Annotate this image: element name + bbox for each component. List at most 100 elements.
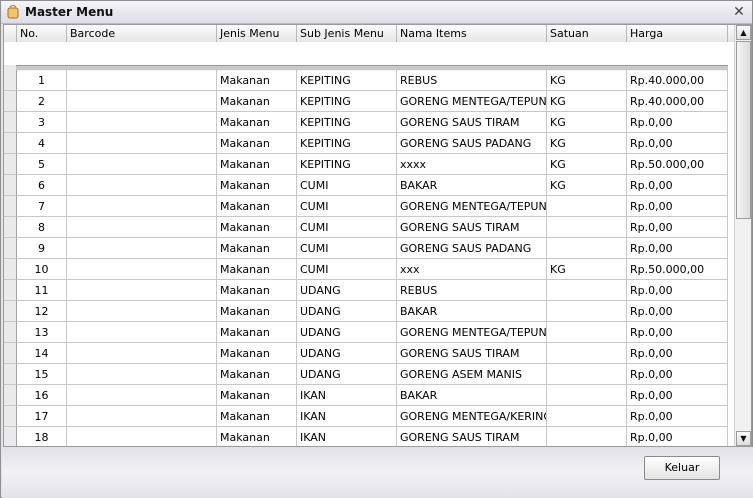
cell-barcode[interactable] [67, 280, 217, 301]
cell-barcode[interactable] [67, 238, 217, 259]
cell-nama-items[interactable]: GORENG SAUS TIRAM [397, 427, 547, 446]
cell-nama-items[interactable]: GORENG MENTEGA/KERING [397, 406, 547, 427]
row-indicator[interactable] [4, 280, 17, 301]
cell-jenis-menu[interactable]: Makanan [217, 196, 297, 217]
new-row[interactable] [4, 42, 734, 65]
cell-nama-items[interactable]: REBUS [397, 280, 547, 301]
table-row[interactable]: 7 Makanan CUMI GORENG MENTEGA/TEPUNG Rp.0,00 [4, 196, 734, 217]
cell-no[interactable]: 4 [17, 133, 67, 154]
cell-jenis-menu[interactable]: Makanan [217, 406, 297, 427]
cell-harga[interactable]: Rp.0,00 [627, 322, 728, 343]
cell-harga[interactable]: Rp.0,00 [627, 196, 728, 217]
cell-sub-jenis-menu[interactable]: IKAN [297, 406, 397, 427]
cell-no[interactable]: 16 [17, 385, 67, 406]
cell-jenis-menu[interactable]: Makanan [217, 112, 297, 133]
cell-nama-items[interactable]: GORENG MENTEGA/TEPUNG [397, 322, 547, 343]
cell-sub-jenis-menu[interactable]: CUMI [297, 196, 397, 217]
cell-jenis-menu[interactable]: Makanan [217, 133, 297, 154]
column-header-barcode[interactable]: Barcode [67, 25, 217, 42]
cell-nama-items[interactable]: REBUS [397, 70, 547, 91]
row-indicator[interactable] [4, 217, 17, 238]
scroll-thumb[interactable] [736, 41, 751, 219]
table-row[interactable]: 10 Makanan CUMI xxx KG Rp.50.000,00 [4, 259, 734, 280]
row-indicator[interactable] [4, 364, 17, 385]
cell-nama-items[interactable]: GORENG SAUS PADANG [397, 133, 547, 154]
row-indicator[interactable] [4, 133, 17, 154]
cell-no[interactable]: 3 [17, 112, 67, 133]
cell-barcode[interactable] [67, 427, 217, 446]
row-indicator[interactable] [4, 385, 17, 406]
cell-barcode[interactable] [67, 154, 217, 175]
cell-barcode[interactable] [67, 70, 217, 91]
cell-harga[interactable]: Rp.50.000,00 [627, 259, 728, 280]
cell-harga[interactable]: Rp.0,00 [627, 112, 728, 133]
cell-jenis-menu[interactable]: Makanan [217, 175, 297, 196]
table-row[interactable]: 13 Makanan UDANG GORENG MENTEGA/TEPUNG Rp.0,… [4, 322, 734, 343]
column-header-sub-jenis-menu[interactable]: Sub Jenis Menu [297, 25, 397, 42]
cell-no[interactable]: 6 [17, 175, 67, 196]
column-header-nama-items[interactable]: Nama Items [397, 25, 547, 42]
cell-jenis-menu[interactable]: Makanan [217, 70, 297, 91]
cell-sub-jenis-menu[interactable]: IKAN [297, 385, 397, 406]
column-header-jenis-menu[interactable]: Jenis Menu [217, 25, 297, 42]
cell-nama-items[interactable]: GORENG ASEM MANIS [397, 364, 547, 385]
cell-barcode[interactable] [67, 301, 217, 322]
cell-harga[interactable]: Rp.0,00 [627, 406, 728, 427]
table-row[interactable]: 5 Makanan KEPITING xxxx KG Rp.50.000,00 [4, 154, 734, 175]
cell-no[interactable]: 14 [17, 343, 67, 364]
cell-harga[interactable]: Rp.0,00 [627, 280, 728, 301]
cell-nama-items[interactable]: BAKAR [397, 385, 547, 406]
cell-sub-jenis-menu[interactable]: KEPITING [297, 154, 397, 175]
cell-barcode[interactable] [67, 385, 217, 406]
table-row[interactable]: 12 Makanan UDANG BAKAR Rp.0,00 [4, 301, 734, 322]
cell-nama-items[interactable]: GORENG SAUS TIRAM [397, 343, 547, 364]
cell-jenis-menu[interactable]: Makanan [217, 91, 297, 112]
cell-barcode[interactable] [67, 112, 217, 133]
cell-satuan[interactable]: KG [547, 259, 627, 280]
cell-no[interactable]: 11 [17, 280, 67, 301]
cell-jenis-menu[interactable]: Makanan [217, 301, 297, 322]
column-header-harga[interactable]: Harga [627, 25, 728, 42]
cell-harga[interactable]: Rp.40.000,00 [627, 70, 728, 91]
cell-satuan[interactable] [547, 238, 627, 259]
cell-sub-jenis-menu[interactable]: UDANG [297, 322, 397, 343]
cell-harga[interactable]: Rp.0,00 [627, 385, 728, 406]
cell-satuan[interactable]: KG [547, 112, 627, 133]
cell-satuan[interactable] [547, 196, 627, 217]
cell-satuan[interactable] [547, 364, 627, 385]
cell-barcode[interactable] [67, 406, 217, 427]
cell-sub-jenis-menu[interactable]: KEPITING [297, 112, 397, 133]
cell-barcode[interactable] [67, 364, 217, 385]
cell-barcode[interactable] [67, 175, 217, 196]
cell-harga[interactable]: Rp.0,00 [627, 133, 728, 154]
keluar-button[interactable]: Keluar [644, 456, 720, 480]
cell-jenis-menu[interactable]: Makanan [217, 217, 297, 238]
cell-harga[interactable]: Rp.0,00 [627, 238, 728, 259]
cell-no[interactable]: 13 [17, 322, 67, 343]
table-row[interactable]: 17 Makanan IKAN GORENG MENTEGA/KERING Rp.0,0… [4, 406, 734, 427]
cell-harga[interactable]: Rp.0,00 [627, 364, 728, 385]
cell-barcode[interactable] [67, 322, 217, 343]
cell-sub-jenis-menu[interactable]: UDANG [297, 343, 397, 364]
cell-harga[interactable]: Rp.50.000,00 [627, 154, 728, 175]
cell-nama-items[interactable]: BAKAR [397, 301, 547, 322]
row-indicator[interactable] [4, 259, 17, 280]
cell-satuan[interactable] [547, 343, 627, 364]
cell-sub-jenis-menu[interactable]: CUMI [297, 217, 397, 238]
cell-sub-jenis-menu[interactable]: CUMI [297, 238, 397, 259]
cell-harga[interactable]: Rp.0,00 [627, 175, 728, 196]
column-header-no[interactable]: No. [17, 25, 67, 42]
row-indicator[interactable] [4, 343, 17, 364]
table-row[interactable]: 3 Makanan KEPITING GORENG SAUS TIRAM KG Rp.0,… [4, 112, 734, 133]
close-icon[interactable]: ✕ [731, 4, 747, 20]
cell-nama-items[interactable]: GORENG MENTEGA/TEPUNG [397, 91, 547, 112]
column-header-satuan[interactable]: Satuan [547, 25, 627, 42]
cell-harga[interactable]: Rp.0,00 [627, 427, 728, 446]
cell-harga[interactable]: Rp.40.000,00 [627, 91, 728, 112]
cell-sub-jenis-menu[interactable]: UDANG [297, 301, 397, 322]
cell-nama-items[interactable]: xxxx [397, 154, 547, 175]
cell-satuan[interactable]: KG [547, 133, 627, 154]
cell-no[interactable]: 10 [17, 259, 67, 280]
table-row[interactable]: 11 Makanan UDANG REBUS Rp.0,00 [4, 280, 734, 301]
cell-sub-jenis-menu[interactable]: CUMI [297, 259, 397, 280]
